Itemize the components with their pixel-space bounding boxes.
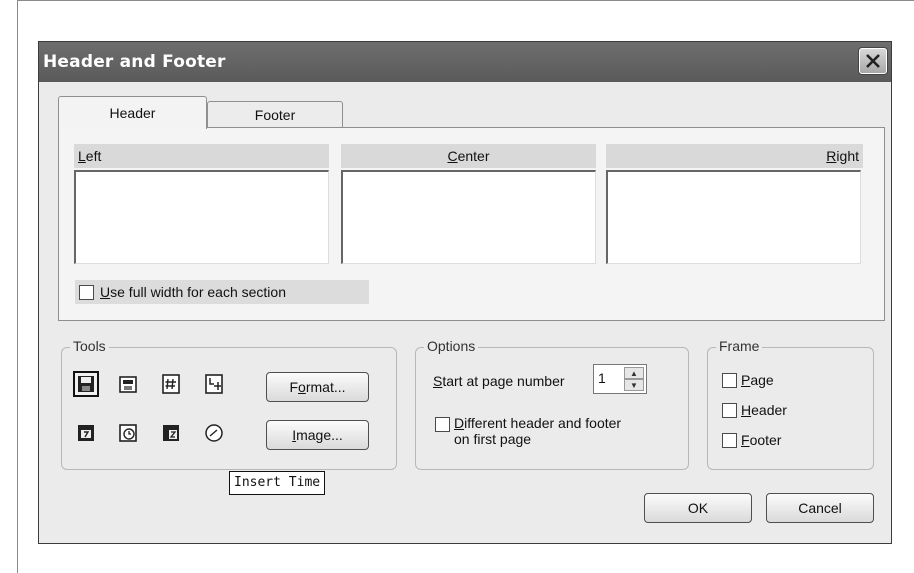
format-button[interactable]: Format...: [266, 372, 369, 402]
cancel-button-label: Cancel: [798, 500, 842, 516]
frame-page-option[interactable]: Page: [722, 372, 774, 388]
tool-time-button[interactable]: [201, 420, 227, 446]
format-button-label: Format...: [289, 379, 345, 395]
spinner-arrows: ▲ ▼: [624, 367, 644, 391]
close-button[interactable]: [859, 48, 887, 74]
save-icon: [78, 376, 94, 392]
tools-group-title: Tools: [70, 338, 109, 354]
frame-footer-option[interactable]: Footer: [722, 432, 781, 448]
frame-header-option[interactable]: Header: [722, 402, 787, 418]
full-width-label-rest: se full width for each section: [110, 284, 286, 300]
tool-page-count-button[interactable]: [201, 371, 227, 397]
page-count-icon: [205, 374, 223, 394]
tab-header[interactable]: Header: [58, 96, 207, 129]
insert-timezone-icon: [163, 425, 179, 441]
start-page-value[interactable]: 1: [598, 370, 606, 386]
format-mnemonic: o: [298, 379, 306, 395]
format-label-rest: rmat...: [305, 379, 346, 395]
tools-group: Tools Format... Image...: [61, 338, 397, 470]
frame-footer-label-rest: ooter: [749, 432, 782, 448]
tool-clock-button[interactable]: [115, 420, 141, 446]
title-bar[interactable]: Header and Footer: [39, 42, 891, 82]
tool-save-button[interactable]: [73, 371, 99, 397]
frame-page-label-rest: age: [750, 372, 774, 388]
left-section-input[interactable]: [74, 170, 329, 264]
frame-page-checkbox[interactable]: [722, 372, 737, 388]
chevron-down-icon: ▼: [630, 380, 638, 390]
start-page-label: Start at page number: [433, 373, 565, 389]
image-button-label: Image...: [292, 427, 343, 443]
frame-header-checkbox[interactable]: [722, 402, 737, 418]
tool-print-button[interactable]: [115, 371, 141, 397]
insert-clock-icon: [119, 424, 137, 442]
right-mnemonic: R: [826, 148, 837, 164]
frame-page-mnemonic: P: [741, 372, 751, 388]
frame-group-title: Frame: [716, 338, 763, 354]
tab-footer-label: Footer: [254, 107, 296, 123]
different-first-label-rest: ifferent header and footer: [464, 415, 622, 431]
full-width-option[interactable]: Use full width for each section: [75, 280, 369, 304]
different-first-mnemonic: D: [454, 415, 465, 431]
center-section-input[interactable]: [341, 170, 596, 264]
image-button[interactable]: Image...: [266, 420, 369, 450]
full-width-label: Use full width for each section: [100, 284, 286, 300]
insert-time-icon: [205, 424, 223, 442]
left-mnemonic: L: [78, 148, 86, 164]
ok-button[interactable]: OK: [644, 493, 752, 523]
different-first-page-label: Different header and footer on first pag…: [454, 415, 621, 447]
image-label-rest: mage...: [296, 427, 343, 443]
different-first-label-line2: on first page: [454, 431, 532, 447]
frame-group: Frame Page Header Footer: [707, 338, 874, 470]
full-width-mnemonic: U: [100, 284, 111, 300]
frame-footer-mnemonic: F: [741, 432, 750, 448]
tool-page-number-button[interactable]: [158, 371, 184, 397]
spinner-down-button[interactable]: ▼: [624, 379, 644, 391]
center-mnemonic: C: [447, 148, 458, 164]
dialog-title: Header and Footer: [43, 52, 226, 72]
different-first-page-checkbox[interactable]: [435, 417, 450, 432]
tab-footer[interactable]: Footer: [207, 101, 343, 128]
page-border-left: [17, 0, 18, 573]
close-x-icon: [866, 54, 880, 68]
ok-button-label: OK: [687, 500, 709, 516]
frame-footer-label: Footer: [741, 432, 781, 448]
right-label-rest: ight: [836, 148, 859, 164]
frame-header-label: Header: [741, 402, 787, 418]
tool-date-button[interactable]: [73, 420, 99, 446]
page-number-icon: [162, 374, 180, 394]
options-group-title: Options: [424, 338, 479, 354]
center-label-rest: enter: [457, 148, 490, 164]
chevron-up-icon: ▲: [630, 368, 638, 378]
cancel-button[interactable]: Cancel: [766, 493, 874, 523]
frame-header-label-rest: eader: [751, 402, 787, 418]
header-tab-panel: Left Center Right Use full width for eac…: [58, 127, 885, 321]
frame-page-label: Page: [741, 372, 774, 388]
full-width-checkbox[interactable]: [79, 284, 94, 300]
left-section-label: Left: [74, 144, 329, 168]
start-page-mnemonic: S: [433, 373, 443, 389]
right-section-input[interactable]: [606, 170, 861, 264]
different-first-page-option[interactable]: Different header and footer on first pag…: [435, 415, 621, 447]
frame-header-mnemonic: H: [741, 402, 752, 418]
frame-footer-checkbox[interactable]: [722, 432, 737, 448]
tab-header-label: Header: [109, 105, 156, 121]
printer-icon: [119, 376, 137, 393]
start-page-spinner[interactable]: 1 ▲ ▼: [593, 364, 647, 394]
right-section-label: Right: [606, 144, 863, 168]
insert-date-icon: [78, 425, 94, 441]
header-footer-dialog: Header and Footer Header Footer Left Cen…: [38, 41, 892, 544]
options-group: Options Start at page number Different h…: [415, 338, 689, 470]
insert-time-tooltip: Insert Time: [229, 471, 326, 495]
tool-timezone-button[interactable]: [158, 420, 184, 446]
left-label-rest: eft: [85, 148, 102, 164]
page-border-top: [17, 0, 914, 1]
center-section-label: Center: [341, 144, 596, 168]
format-label-first: F: [289, 379, 299, 395]
spinner-up-button[interactable]: ▲: [624, 367, 644, 379]
start-page-label-rest: tart at page number: [442, 373, 565, 389]
